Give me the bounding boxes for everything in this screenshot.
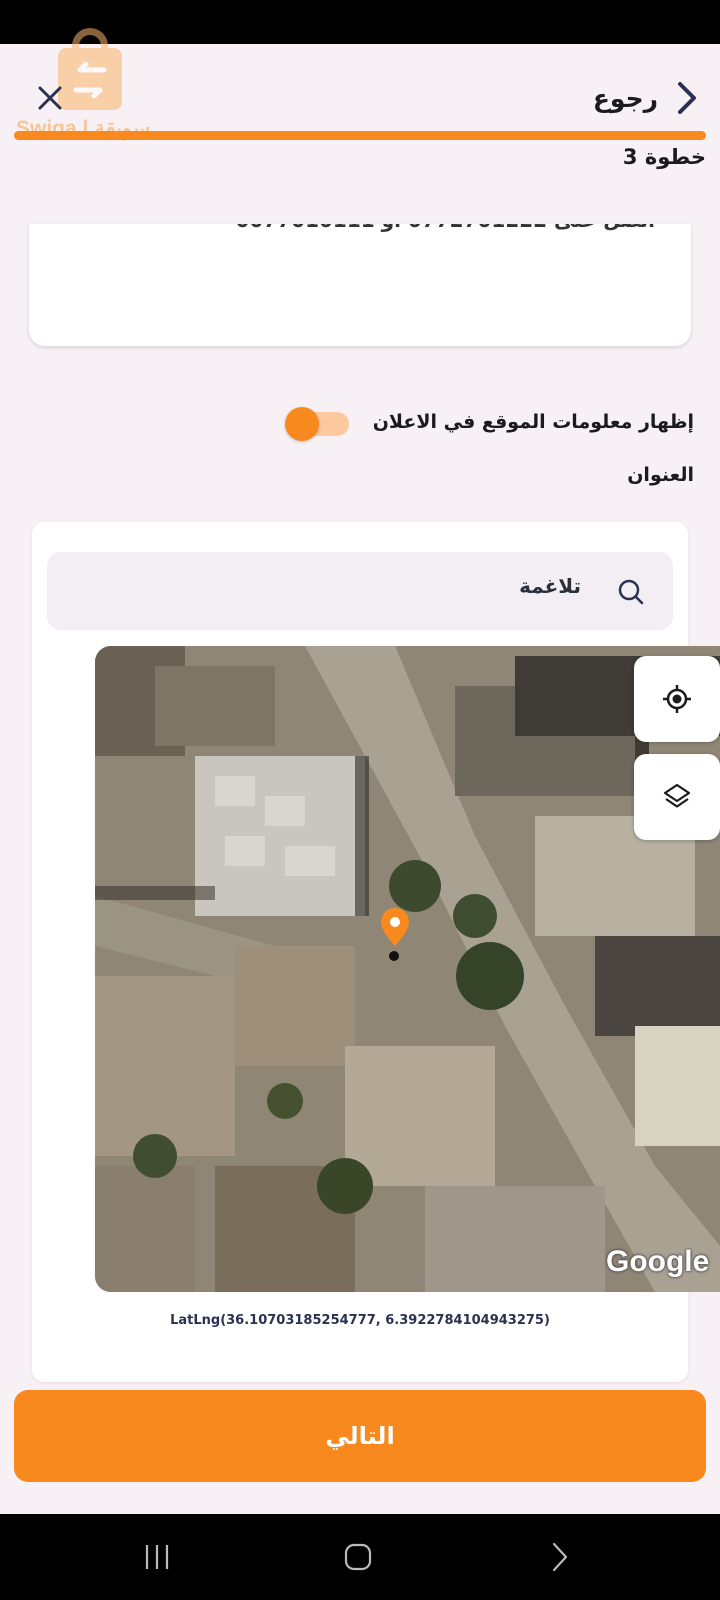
map-imagery xyxy=(95,646,720,1292)
close-button[interactable] xyxy=(30,78,70,118)
toggle-thumb xyxy=(284,407,319,441)
recent-apps-icon xyxy=(145,1545,169,1569)
next-button-label: التالي xyxy=(325,1422,395,1450)
my-location-button[interactable] xyxy=(634,656,720,742)
my-location-icon xyxy=(663,685,691,713)
close-icon xyxy=(38,86,62,110)
description-card[interactable]: اتصل على 0772701222 او 0077010111 xyxy=(29,224,691,346)
coordinates-text: LatLng(36.10703185254777, 6.392278410494… xyxy=(170,1313,550,1328)
step-label: خطوة 3 xyxy=(622,145,706,169)
back-button[interactable]: رجوع xyxy=(593,78,698,118)
chevron-right-icon xyxy=(678,82,696,114)
map-pin-icon xyxy=(381,908,409,946)
search-value: تلاغمة xyxy=(519,574,581,598)
back-nav-button[interactable] xyxy=(530,1532,590,1582)
google-attribution: Google xyxy=(606,1245,710,1278)
address-search-input[interactable]: تلاغمة xyxy=(47,552,673,630)
description-text: اتصل على 0772701222 او 0077010111 xyxy=(236,224,655,232)
satellite-map[interactable] xyxy=(95,646,720,1292)
layers-icon xyxy=(663,783,691,808)
chevron-right-icon xyxy=(552,1542,568,1572)
home-button[interactable] xyxy=(328,1532,388,1582)
location-dot xyxy=(389,951,399,961)
show-location-toggle[interactable] xyxy=(284,407,349,441)
address-label: العنوان xyxy=(627,464,694,486)
home-icon xyxy=(344,1543,372,1571)
recent-apps-button[interactable] xyxy=(127,1532,187,1582)
back-label: رجوع xyxy=(592,83,658,113)
next-button[interactable]: التالي xyxy=(14,1390,706,1482)
show-location-label: إظهار معلومات الموقع في الاعلان xyxy=(372,411,694,433)
system-nav-bar xyxy=(0,1514,720,1600)
step-progress-bar xyxy=(14,131,706,140)
search-icon xyxy=(618,579,644,605)
show-location-row: إظهار معلومات الموقع في الاعلان xyxy=(274,402,694,442)
map-layers-button[interactable] xyxy=(634,754,720,840)
